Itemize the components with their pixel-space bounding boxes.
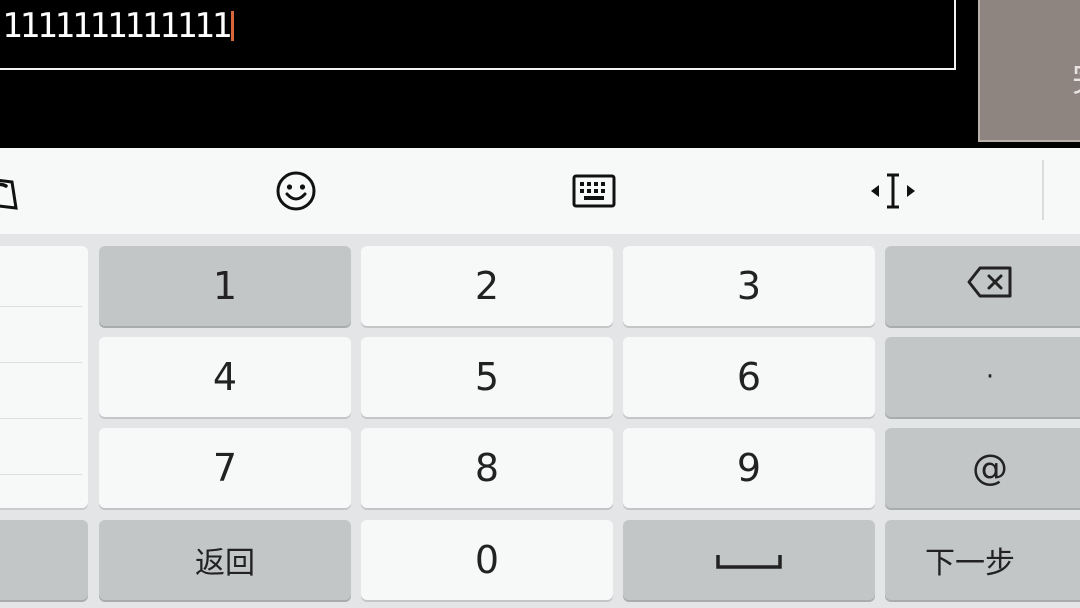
side-panel-divider — [0, 306, 82, 307]
key-6-label: 6 — [736, 355, 762, 399]
key-4-label: 4 — [212, 355, 238, 399]
space-key[interactable] — [623, 520, 875, 600]
done-button-label: 完 — [1072, 52, 1080, 101]
key-1-label: 1 — [212, 264, 238, 308]
key-8-label: 8 — [474, 446, 500, 490]
key-0-label: 0 — [474, 538, 500, 582]
backspace-icon — [966, 264, 1014, 308]
dot-key-label: · — [985, 362, 995, 392]
key-1[interactable]: 1 — [99, 246, 351, 326]
key-2[interactable]: 2 — [361, 246, 613, 326]
back-key[interactable]: 返回 — [99, 520, 351, 600]
key-9-label: 9 — [736, 446, 762, 490]
text-input-value-wrap: 1111111111111 — [2, 4, 235, 48]
keyboard-toolbar — [0, 148, 1080, 234]
done-button[interactable]: 完 — [978, 0, 1080, 142]
key-7[interactable]: 7 — [99, 428, 351, 508]
key-6[interactable]: 6 — [623, 337, 875, 417]
toolbar-divider — [1042, 160, 1044, 220]
numeric-keypad: 1 2 3 4 5 6 · 7 8 9 @ 返回 0 下一步 — [0, 234, 1080, 608]
space-icon — [714, 538, 784, 582]
emoji-icon[interactable] — [271, 168, 321, 214]
key-3-label: 3 — [736, 264, 762, 308]
cursor-move-icon[interactable] — [868, 168, 918, 214]
input-area: 1111111111111 完 — [0, 0, 1080, 148]
side-panel-divider — [0, 474, 82, 475]
key-7-label: 7 — [212, 446, 238, 490]
key-5[interactable]: 5 — [361, 337, 613, 417]
at-key[interactable]: @ — [885, 428, 1080, 508]
key-5-label: 5 — [474, 355, 500, 399]
text-input-value: 1111111111111 — [2, 6, 232, 46]
text-input[interactable]: 1111111111111 — [0, 0, 956, 70]
dot-key[interactable]: · — [885, 337, 1080, 417]
next-step-key[interactable]: 下一步 — [885, 520, 1080, 600]
next-step-key-label: 下一步 — [925, 546, 1015, 581]
key-9[interactable]: 9 — [623, 428, 875, 508]
key-8[interactable]: 8 — [361, 428, 613, 508]
back-key-label: 返回 — [195, 546, 255, 581]
keyboard-icon[interactable] — [569, 168, 619, 214]
sogou-logo-icon[interactable] — [0, 168, 22, 214]
text-cursor — [231, 11, 235, 41]
side-panel-divider — [0, 418, 82, 419]
key-2-label: 2 — [474, 264, 500, 308]
key-0[interactable]: 0 — [361, 520, 613, 600]
screen: 1111111111111 完 — [0, 0, 1080, 608]
at-key-label: @ — [972, 447, 1008, 489]
backspace-key[interactable] — [885, 246, 1080, 326]
symbol-key[interactable] — [0, 520, 88, 600]
side-candidate-panel[interactable] — [0, 246, 88, 508]
key-4[interactable]: 4 — [99, 337, 351, 417]
side-panel-divider — [0, 362, 82, 363]
key-3[interactable]: 3 — [623, 246, 875, 326]
